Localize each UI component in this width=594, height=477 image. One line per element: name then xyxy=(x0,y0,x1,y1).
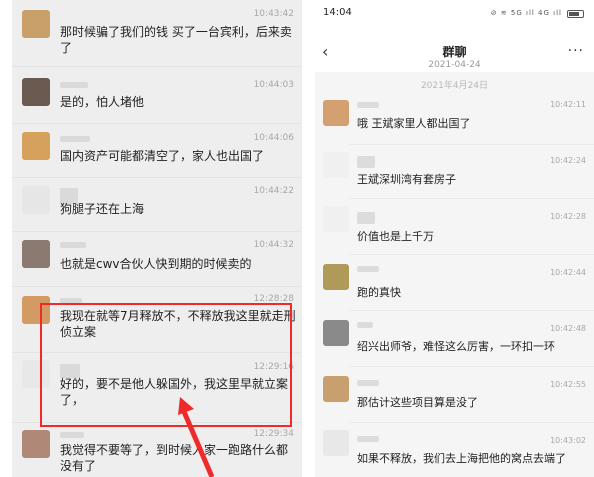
sender-name xyxy=(60,242,86,248)
chat-message[interactable]: 10:43:42 那时候骗了我们的钱 买了一台宾利，后来卖了 xyxy=(12,0,302,58)
more-icon[interactable]: ··· xyxy=(568,44,584,58)
divider xyxy=(12,231,302,232)
divider xyxy=(12,123,302,124)
avatar xyxy=(323,152,349,178)
chat-message[interactable]: 10:42:28 价值也是上千万 xyxy=(315,202,594,250)
message-time: 10:42:44 xyxy=(550,268,586,277)
right-phone-panel: 14:04 ⊘ ≋ 5G ıll 4G ıll ‹ 群聊 2021-04-24 … xyxy=(315,0,594,477)
sender-name xyxy=(357,266,379,272)
avatar xyxy=(323,430,349,456)
message-text: 那估计这些项目算是没了 xyxy=(357,396,478,409)
screenshot-composite: 10:43:42 那时候骗了我们的钱 买了一台宾利，后来卖了 10:44:03 … xyxy=(0,0,594,477)
avatar xyxy=(22,10,50,38)
sender-name xyxy=(60,82,88,88)
avatar xyxy=(22,186,50,214)
divider xyxy=(349,422,594,423)
message-text: 价值也是上千万 xyxy=(357,230,434,243)
message-time: 10:42:24 xyxy=(550,156,586,165)
message-text: 狗腿子还在上海 xyxy=(60,202,145,216)
message-text: 如果不释放，我们去上海把他的窝点去端了 xyxy=(357,452,566,465)
chat-header: ‹ 群聊 2021-04-24 ··· xyxy=(315,26,594,72)
avatar xyxy=(22,132,50,160)
message-text: 也就是cwv合伙人快到期的时候卖的 xyxy=(60,257,252,271)
sender-name xyxy=(357,212,375,224)
chat-message[interactable]: 10:44:06 国内资产可能都清空了，家人也出国了 xyxy=(12,126,302,176)
status-bar: 14:04 ⊘ ≋ 5G ıll 4G ıll xyxy=(315,0,594,26)
sender-name xyxy=(357,436,379,442)
avatar xyxy=(323,100,349,126)
avatar xyxy=(323,264,349,290)
message-text: 跑的真快 xyxy=(357,286,401,299)
avatar xyxy=(323,320,349,346)
chat-message[interactable]: 10:42:11 哦 王斌家里人都出国了 xyxy=(315,96,594,144)
message-time: 10:43:02 xyxy=(550,436,586,445)
divider xyxy=(349,198,594,199)
message-time: 10:44:03 xyxy=(253,80,294,90)
divider xyxy=(12,286,302,287)
divider xyxy=(349,254,594,255)
chat-message[interactable]: 10:42:55 那估计这些项目算是没了 xyxy=(315,370,594,418)
message-text: 王斌深圳湾有套房子 xyxy=(357,173,456,186)
message-time: 12:29:34 xyxy=(253,429,294,439)
chat-message[interactable]: 10:44:03 是的，怕人堵他 xyxy=(12,72,302,122)
avatar xyxy=(323,206,349,232)
avatar xyxy=(22,78,50,106)
red-arrow-icon xyxy=(178,397,215,477)
sender-name xyxy=(357,322,373,328)
chat-message[interactable]: 12:29:34 我觉得不要等了，到时候人家一跑路什么都没有了 xyxy=(12,426,302,477)
sender-name xyxy=(357,156,375,168)
signal-icons: ⊘ ≋ 5G ıll 4G ıll xyxy=(490,9,562,17)
message-text: 是的，怕人堵他 xyxy=(60,95,145,109)
message-time: 10:44:06 xyxy=(253,133,294,143)
sender-name xyxy=(357,102,379,108)
sender-name xyxy=(357,380,379,386)
message-text: 哦 王斌家里人都出国了 xyxy=(357,117,471,130)
avatar xyxy=(323,376,349,402)
message-time: 10:42:55 xyxy=(550,380,586,389)
divider xyxy=(12,66,302,67)
message-time: 10:43:42 xyxy=(253,9,294,19)
avatar xyxy=(22,430,50,458)
chat-message[interactable]: 10:44:22 狗腿子还在上海 xyxy=(12,180,302,230)
chat-title: 群聊 xyxy=(442,45,467,59)
chat-message[interactable]: 10:42:24 王斌深圳湾有套房子 xyxy=(315,148,594,196)
message-text: 绍兴出师爷，难怪这么厉害，一环扣一环 xyxy=(357,340,555,353)
message-text: 那时候骗了我们的钱 买了一台宾利，后来卖了 xyxy=(60,25,292,55)
avatar xyxy=(22,240,50,268)
chat-subtitle: 2021-04-24 xyxy=(428,60,481,70)
chat-message[interactable]: 10:44:32 也就是cwv合伙人快到期的时候卖的 xyxy=(12,234,302,284)
battery-icon xyxy=(567,10,584,18)
message-time: 10:44:32 xyxy=(253,240,294,250)
chat-message[interactable]: 10:42:44 跑的真快 xyxy=(315,258,594,306)
date-divider: 2021年4月24日 xyxy=(420,81,489,91)
divider xyxy=(349,144,594,145)
message-time: 10:44:22 xyxy=(253,186,294,196)
divider xyxy=(349,366,594,367)
message-time: 10:42:11 xyxy=(550,100,586,109)
divider xyxy=(349,310,594,311)
sender-name xyxy=(60,136,90,142)
message-text: 国内资产可能都清空了，家人也出国了 xyxy=(60,149,265,163)
sender-name xyxy=(60,432,84,438)
message-time: 10:42:48 xyxy=(550,324,586,333)
chat-message[interactable]: 10:42:48 绍兴出师爷，难怪这么厉害，一环扣一环 xyxy=(315,314,594,362)
divider xyxy=(12,177,302,178)
message-time: 10:42:28 xyxy=(550,212,586,221)
status-time: 14:04 xyxy=(323,7,352,18)
chat-message[interactable]: 10:43:02 如果不释放，我们去上海把他的窝点去端了 xyxy=(315,426,594,477)
